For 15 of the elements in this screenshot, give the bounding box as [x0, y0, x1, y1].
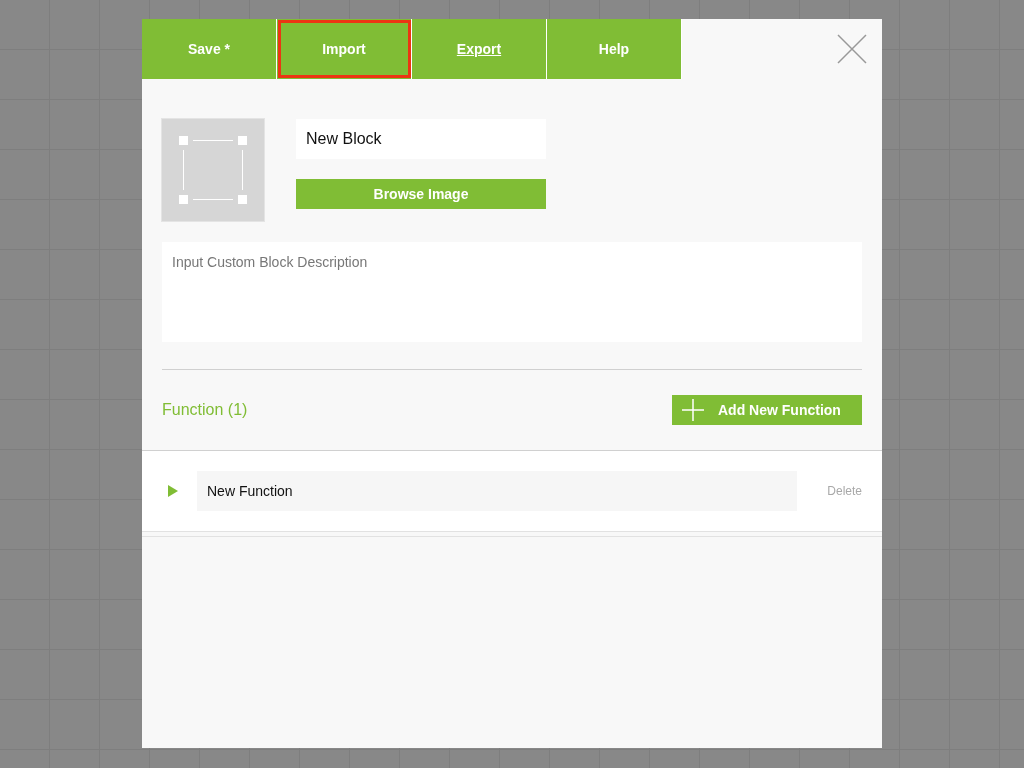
close-button[interactable] [836, 33, 868, 65]
block-frame-icon [177, 134, 249, 206]
toolbar-tab[interactable]: Export [412, 19, 547, 79]
add-function-button[interactable]: Add New Function [672, 395, 862, 425]
caret-right-icon[interactable] [167, 485, 179, 497]
block-name-field[interactable]: New Block [296, 119, 546, 159]
image-placeholder[interactable] [161, 118, 265, 222]
function-name-field[interactable]: New Function [197, 471, 798, 511]
toolbar-tab[interactable]: Save * [142, 19, 277, 79]
description-field[interactable]: Input Custom Block Description [162, 242, 862, 342]
toolbar-tab[interactable]: Import [277, 19, 412, 79]
toolbar-tab[interactable]: Help [547, 19, 682, 79]
plus-icon [682, 399, 704, 421]
section-heading: Function (1) [162, 400, 248, 420]
browse-image-button[interactable]: Browse Image [296, 179, 546, 209]
